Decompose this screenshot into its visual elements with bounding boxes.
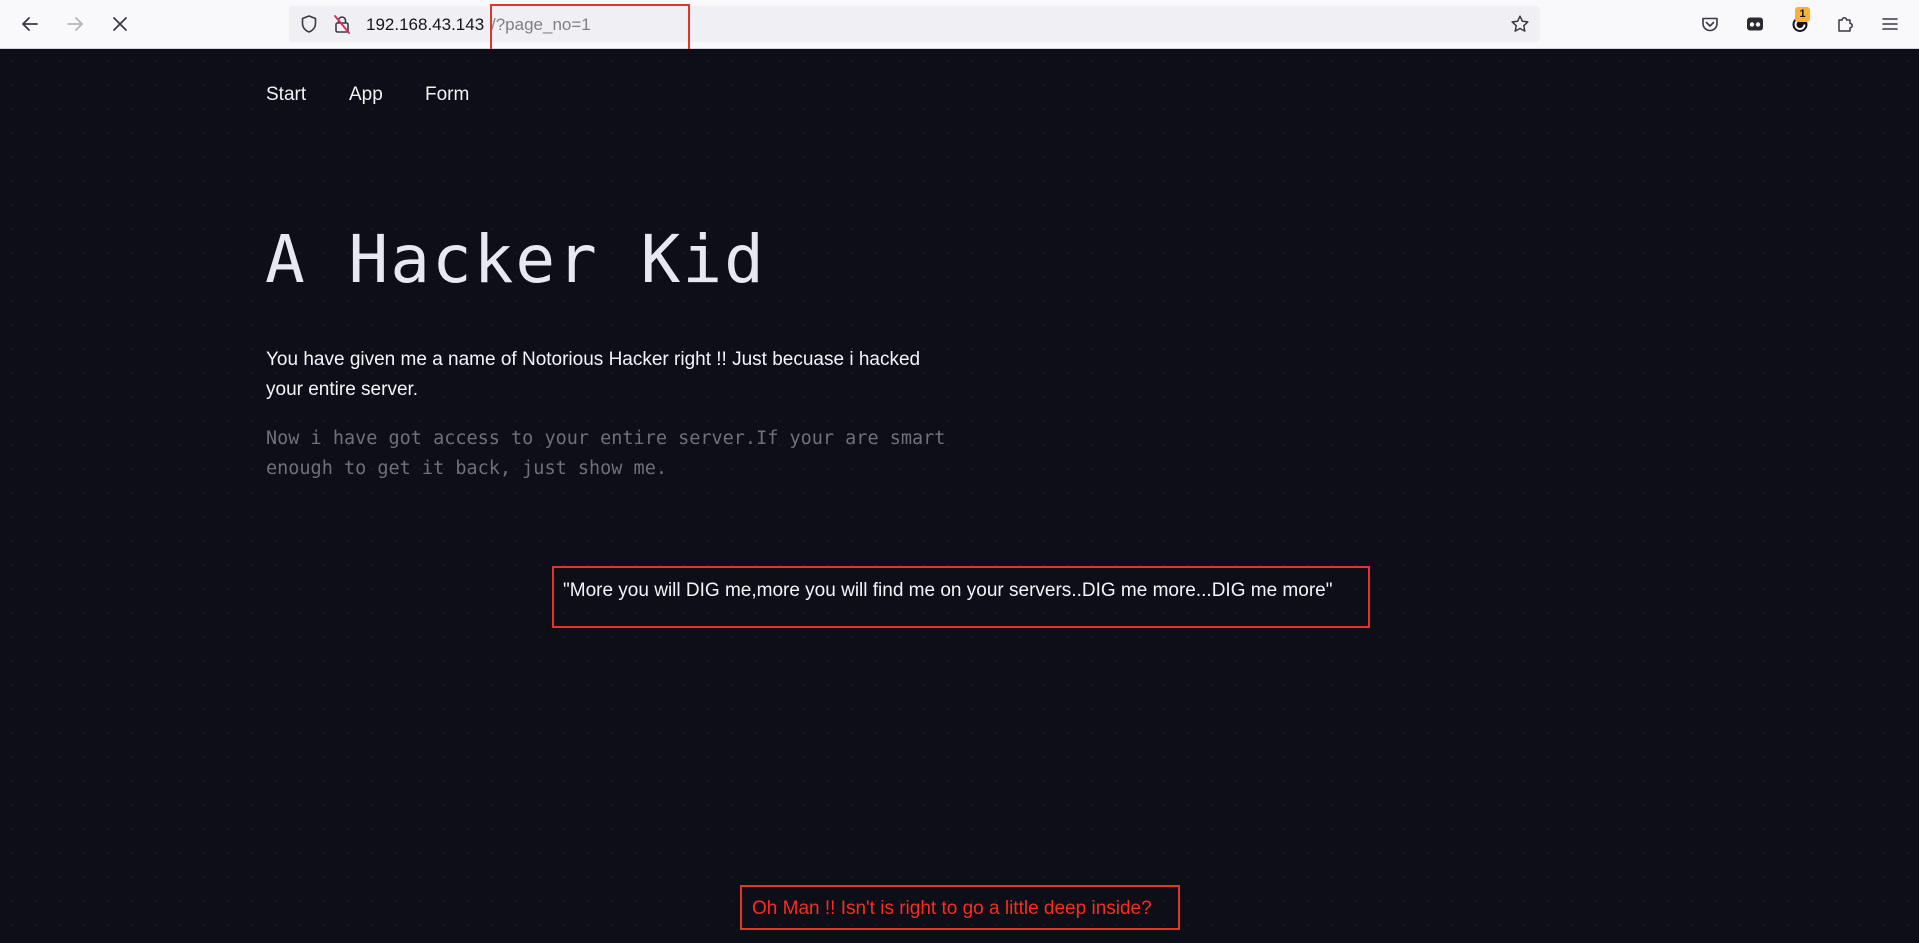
puzzle-icon <box>1838 17 1853 32</box>
extension-count-badge: 1 <box>1795 7 1810 22</box>
hero-lead-text: You have given me a name of Notorious Ha… <box>266 349 921 400</box>
extensions-button[interactable] <box>1829 8 1861 40</box>
url-host: 192.168.43.143 <box>366 15 485 34</box>
pocket-button[interactable] <box>1694 8 1726 40</box>
address-bar[interactable]: 192.168.43.143 /?page_no=1 <box>289 6 1540 42</box>
dig-quote: "More you will DIG me,more you will find… <box>563 580 1333 601</box>
pocket-icon <box>1702 17 1718 32</box>
back-arrow-icon <box>22 17 38 31</box>
back-button[interactable] <box>14 8 46 40</box>
stop-loading-icon <box>113 17 127 31</box>
nav-link-form[interactable]: Form <box>425 84 469 106</box>
hero-title: A Hacker Kid <box>265 221 766 298</box>
hamburger-menu-icon <box>1882 18 1898 30</box>
nav-link-start[interactable]: Start <box>266 84 306 106</box>
page-content: Start App Form A Hacker Kid You have giv… <box>0 49 1919 943</box>
forward-arrow-icon <box>67 17 83 31</box>
insecure-lock-icon[interactable] <box>332 14 352 34</box>
hint-text: Oh Man !! Isn't is right to go a little … <box>752 898 1152 919</box>
stop-button[interactable] <box>104 8 136 40</box>
browser-toolbar: 192.168.43.143 /?page_no=1 1 <box>0 0 1919 51</box>
hero-monospace-note: Now i have got access to your entire ser… <box>266 428 946 479</box>
nav-link-app[interactable]: App <box>349 84 383 106</box>
app-menu-button[interactable] <box>1874 8 1906 40</box>
forward-button[interactable] <box>59 8 91 40</box>
shield-icon[interactable] <box>299 14 319 34</box>
star-icon[interactable] <box>1510 14 1530 34</box>
container-button[interactable] <box>1739 8 1771 40</box>
url-highlight-box <box>490 4 690 51</box>
container-icon <box>1747 17 1763 31</box>
